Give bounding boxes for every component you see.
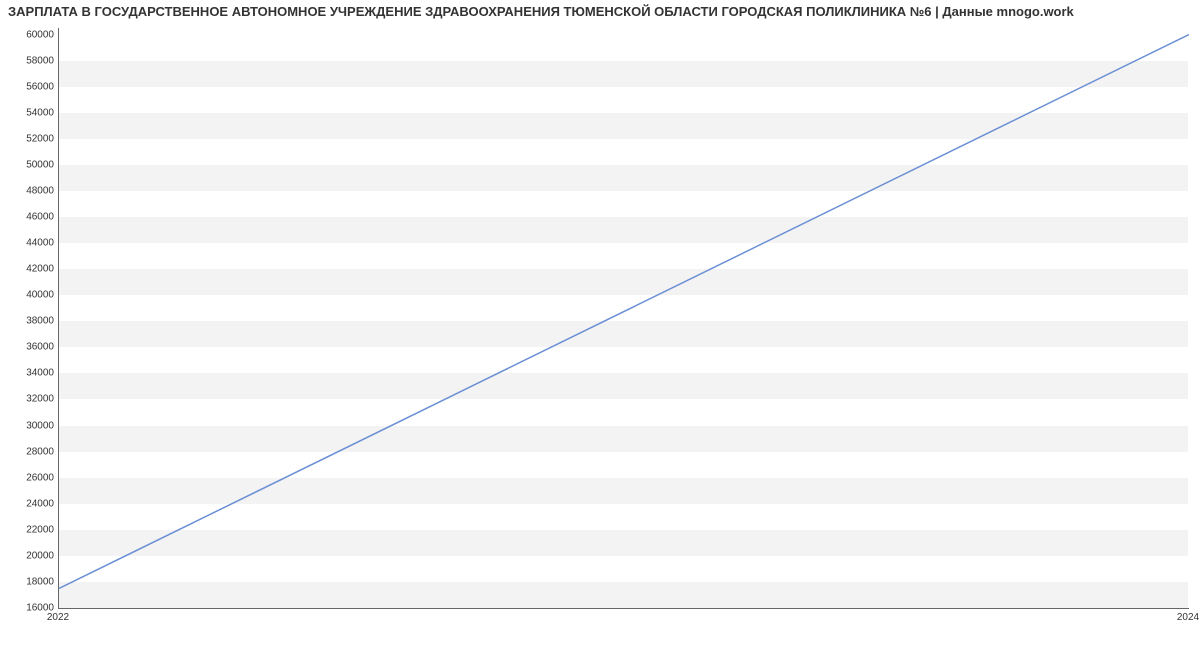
y-tick-label: 18000 bbox=[26, 576, 54, 587]
y-tick-label: 28000 bbox=[26, 446, 54, 457]
y-tick-label: 48000 bbox=[26, 185, 54, 196]
x-tick-label: 2024 bbox=[1177, 612, 1199, 623]
y-tick-label: 22000 bbox=[26, 524, 54, 535]
y-tick-label: 58000 bbox=[26, 55, 54, 66]
y-tick-label: 34000 bbox=[26, 368, 54, 379]
chart-title: ЗАРПЛАТА В ГОСУДАРСТВЕННОЕ АВТОНОМНОЕ УЧ… bbox=[8, 4, 1192, 19]
y-tick-label: 24000 bbox=[26, 498, 54, 509]
plot-area bbox=[58, 28, 1189, 609]
y-tick-label: 54000 bbox=[26, 107, 54, 118]
y-tick-label: 50000 bbox=[26, 159, 54, 170]
y-tick-label: 52000 bbox=[26, 133, 54, 144]
y-tick-label: 20000 bbox=[26, 550, 54, 561]
line-series bbox=[59, 28, 1189, 608]
y-tick-label: 36000 bbox=[26, 342, 54, 353]
x-tick-label: 2022 bbox=[47, 612, 69, 623]
y-tick-label: 44000 bbox=[26, 238, 54, 249]
y-tick-label: 56000 bbox=[26, 81, 54, 92]
y-tick-label: 26000 bbox=[26, 472, 54, 483]
y-tick-label: 42000 bbox=[26, 264, 54, 275]
y-tick-label: 60000 bbox=[26, 29, 54, 40]
y-tick-label: 32000 bbox=[26, 394, 54, 405]
y-tick-label: 38000 bbox=[26, 316, 54, 327]
y-tick-label: 30000 bbox=[26, 420, 54, 431]
y-tick-label: 40000 bbox=[26, 290, 54, 301]
y-tick-label: 46000 bbox=[26, 211, 54, 222]
